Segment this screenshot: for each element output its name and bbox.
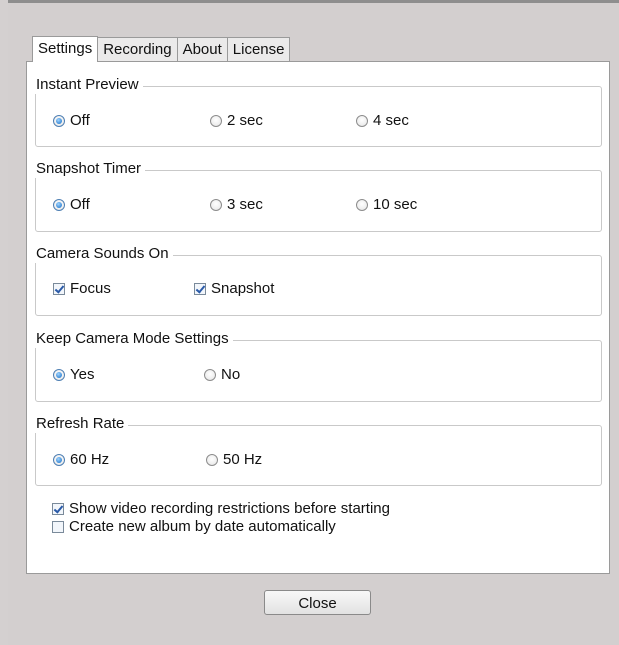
option-label: 4 sec [373,112,409,129]
checkbox-checked-icon[interactable] [194,282,206,295]
snapshot-timer-off[interactable]: Off [53,196,90,213]
checkbox-label: Create new album by date automatically [69,518,336,535]
radio-icon[interactable] [356,114,368,127]
keep-mode-title: Keep Camera Mode Settings [32,330,233,348]
checkbox-checked-icon[interactable] [52,502,64,515]
radio-selected-icon[interactable] [53,453,65,466]
checkbox-checked-icon[interactable] [53,282,65,295]
tab-bar: Settings Recording About License [32,36,291,62]
keep-mode-yes[interactable]: Yes [53,366,94,383]
tab-recording[interactable]: Recording [98,37,178,61]
option-label: No [221,366,241,383]
option-label: Yes [70,366,95,383]
instant-preview-2sec[interactable]: 2 sec [210,112,263,129]
option-label: Snapshot [211,280,275,297]
radio-icon[interactable] [210,114,222,127]
option-label: Off [70,196,90,213]
radio-selected-icon[interactable] [53,114,65,127]
tab-settings[interactable]: Settings [32,36,99,62]
radio-icon[interactable] [204,368,216,381]
option-label: 50 Hz [223,451,263,468]
create-album-checkbox[interactable]: Create new album by date automatically [52,518,336,535]
snapshot-timer-3sec[interactable]: 3 sec [210,196,263,213]
option-label: 10 sec [373,196,418,213]
snapshot-timer-group: Snapshot Timer Off 3 sec 10 sec [32,160,602,232]
camera-sounds-group: Camera Sounds On Focus Snapshot [32,245,602,316]
refresh-rate-group: Refresh Rate 60 Hz 50 Hz [32,415,602,486]
instant-preview-title: Instant Preview [32,76,143,94]
option-label: Off [70,112,90,129]
refresh-rate-60hz[interactable]: 60 Hz [53,451,109,468]
radio-selected-icon[interactable] [53,198,65,211]
close-button[interactable]: Close [264,590,371,615]
option-label: 60 Hz [70,451,110,468]
keep-mode-group: Keep Camera Mode Settings Yes No [32,330,602,402]
radio-icon[interactable] [210,198,222,211]
refresh-rate-50hz[interactable]: 50 Hz [206,451,262,468]
snapshot-timer-10sec[interactable]: 10 sec [356,196,417,213]
camera-sounds-title: Camera Sounds On [32,245,173,263]
keep-mode-no[interactable]: No [204,366,240,383]
instant-preview-off[interactable]: Off [53,112,90,129]
show-restrictions-checkbox[interactable]: Show video recording restrictions before… [52,500,390,517]
option-label: Focus [70,280,111,297]
radio-icon[interactable] [206,453,218,466]
checkbox-icon[interactable] [52,520,64,533]
tab-about[interactable]: About [177,37,228,61]
refresh-rate-title: Refresh Rate [32,415,129,433]
snapshot-timer-title: Snapshot Timer [32,160,146,178]
tab-license[interactable]: License [227,37,291,61]
camera-sounds-snapshot[interactable]: Snapshot [194,280,274,297]
instant-preview-group: Instant Preview Off 2 sec 4 sec [32,76,602,147]
option-label: 2 sec [227,112,263,129]
camera-sounds-focus[interactable]: Focus [53,280,111,297]
instant-preview-4sec[interactable]: 4 sec [356,112,409,129]
checkbox-label: Show video recording restrictions before… [69,500,390,517]
radio-icon[interactable] [356,198,368,211]
option-label: 3 sec [227,196,263,213]
radio-selected-icon[interactable] [53,368,65,381]
